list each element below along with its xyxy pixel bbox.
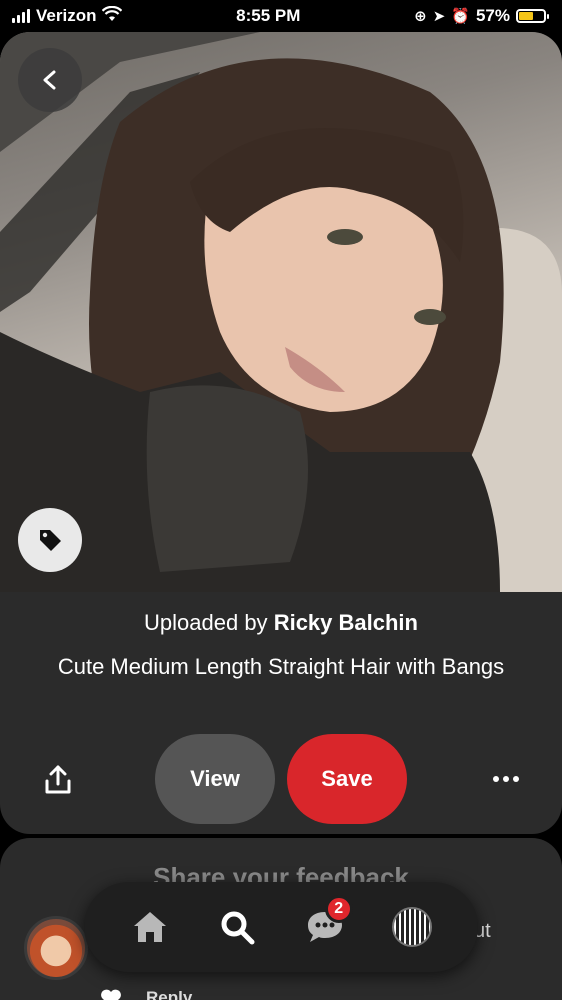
location-icon: ➤	[432, 8, 446, 25]
status-bar-right: ⊕ ➤ ⏰ 57%	[414, 6, 549, 26]
messages-badge: 2	[324, 895, 353, 923]
status-bar: Verizon 8:55 PM ⊕ ➤ ⏰ 57%	[0, 0, 562, 32]
nav-messages[interactable]: 2	[295, 895, 355, 957]
avatar[interactable]	[24, 916, 88, 980]
comment-actions: Reply	[100, 988, 192, 1000]
battery-percent: 57%	[475, 6, 510, 25]
back-button[interactable]	[18, 48, 82, 112]
view-button[interactable]: View	[155, 734, 275, 824]
more-dot	[513, 776, 519, 782]
wifi-icon	[102, 5, 123, 27]
more-dot	[493, 776, 499, 782]
orientation-lock-icon: ⊕	[414, 8, 427, 25]
profile-icon	[392, 907, 433, 947]
shop-tag-button[interactable]	[18, 508, 82, 572]
save-button[interactable]: Save	[287, 734, 407, 824]
pin-photo	[0, 32, 562, 592]
nav-search[interactable]	[207, 897, 267, 957]
share-button[interactable]	[38, 760, 78, 800]
bottom-nav: 2	[84, 882, 478, 972]
clock: 8:55 PM	[236, 6, 301, 25]
signal-icon	[12, 9, 30, 23]
pin-title: Cute Medium Length Straight Hair with Ba…	[57, 654, 505, 679]
share-icon	[45, 765, 71, 794]
search-icon	[221, 911, 255, 945]
status-bar-left: Verizon	[12, 5, 123, 27]
uploaded-by: Uploaded by Ricky Balchin	[0, 610, 562, 636]
more-options-button[interactable]	[486, 764, 526, 794]
pin-card: Uploaded by Ricky Balchin Cute Medium Le…	[0, 32, 562, 834]
reply-button[interactable]: Reply	[146, 988, 192, 1000]
battery-icon	[516, 9, 549, 23]
alarm-icon: ⏰	[451, 8, 470, 25]
tag-icon	[40, 530, 61, 551]
pin-image[interactable]	[0, 32, 562, 592]
chevron-left-icon	[43, 70, 56, 90]
uploader-name[interactable]: Ricky Balchin	[274, 610, 418, 635]
action-row: View Save	[0, 734, 562, 824]
home-icon	[133, 912, 166, 942]
nav-profile[interactable]	[382, 897, 442, 957]
heart-icon[interactable]	[100, 988, 122, 1000]
battery-level	[519, 12, 533, 20]
more-dot	[503, 776, 509, 782]
carrier-name: Verizon	[36, 6, 97, 25]
uploaded-by-prefix: Uploaded by	[144, 610, 268, 635]
nav-home[interactable]	[120, 897, 180, 957]
